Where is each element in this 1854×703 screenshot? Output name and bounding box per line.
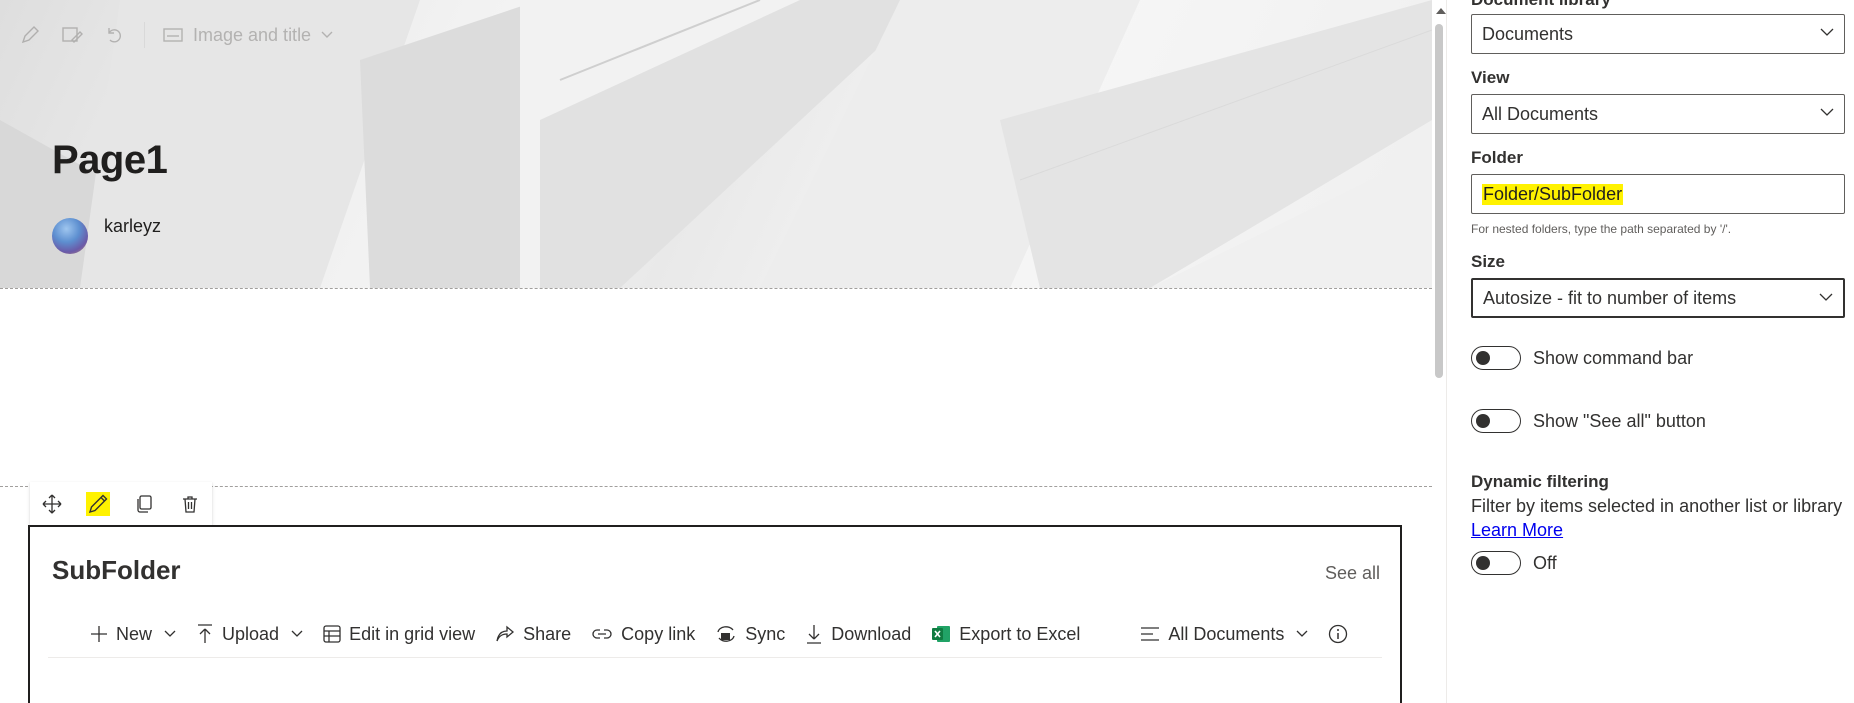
copy-link-label: Copy link [621,623,696,644]
move-icon[interactable] [40,492,64,516]
download-label: Download [831,623,912,644]
duplicate-icon[interactable] [132,492,156,516]
view-dropdown[interactable]: All Documents [1471,94,1845,134]
share-button[interactable]: Share [495,624,571,645]
dynamic-filtering-title: Dynamic filtering [1471,472,1609,491]
edit-in-grid-view-button[interactable]: Edit in grid view [323,624,475,645]
size-field-label: Size [1471,252,1506,271]
title-region-toolbar: Image and title [18,18,333,52]
chevron-down-icon [1820,28,1834,36]
toolbar-separator [144,22,145,48]
chevron-down-icon [291,630,303,637]
scroll-up-arrow-icon[interactable] [1436,8,1446,14]
layout-label: Image and title [193,24,312,45]
document-library-webpart[interactable]: SubFolder See all New Upload Edit in gri… [28,525,1402,703]
dynamic-filtering-state: Off [1533,552,1557,573]
link-icon [592,629,612,639]
page-canvas: Image and title Page1 karleyz SubFolder … [0,0,1432,703]
property-pane: Document library Documents View All Docu… [1446,0,1854,703]
document-library-dropdown[interactable]: Documents [1471,14,1845,54]
view-switcher-button[interactable]: All Documents [1140,624,1308,645]
share-label: Share [523,623,572,644]
upload-label: Upload [222,623,280,644]
export-excel-label: Export to Excel [959,623,1081,644]
view-label: All Documents [1168,623,1285,644]
new-label: New [116,623,153,644]
command-bar-divider [48,657,1382,658]
view-dropdown-value: All Documents [1482,103,1599,124]
section-divider-bottom [0,486,1432,487]
delete-icon[interactable] [178,492,202,516]
upload-arrow-icon [198,624,213,643]
info-icon [1329,624,1348,644]
share-icon [496,625,515,642]
sync-icon [717,626,735,642]
page-title[interactable]: Page1 [52,138,168,183]
document-library-value: Documents [1482,23,1574,44]
webpart-toolbar [30,482,212,526]
avatar [52,218,88,254]
folder-input-value: Folder/SubFolder [1482,183,1624,205]
edit-grid-label: Edit in grid view [349,623,476,644]
export-to-excel-button[interactable]: Export to Excel [931,624,1080,645]
dynamic-filtering-row: Off [1471,551,1557,575]
size-dropdown-value: Autosize - fit to number of items [1483,287,1737,308]
dynamic-filtering-description: Filter by items selected in another list… [1471,496,1843,516]
sync-label: Sync [745,623,786,644]
show-command-bar-label: Show command bar [1533,347,1694,368]
see-all-link[interactable]: See all [1325,563,1380,584]
chevron-down-icon [1820,108,1834,116]
chevron-down-icon [321,31,333,38]
chevron-down-icon [164,630,176,637]
folder-input[interactable]: Folder/SubFolder [1471,174,1845,214]
excel-icon [932,626,951,642]
dynamic-filtering-toggle[interactable] [1471,551,1521,575]
new-button[interactable]: New [90,624,176,645]
folder-help-text: For nested folders, type the path separa… [1471,222,1732,236]
show-command-bar-toggle[interactable] [1471,346,1521,370]
command-bar: New Upload Edit in grid view Share Copy … [90,617,1368,651]
upload-button[interactable]: Upload [196,624,303,645]
download-button[interactable]: Download [805,624,911,645]
edit-webpart-pencil-icon[interactable] [86,492,110,516]
scrollbar-thumb[interactable] [1435,24,1443,378]
show-see-all-label: Show "See all" button [1533,410,1706,431]
view-field-label: View [1471,68,1510,87]
info-button[interactable] [1328,624,1348,644]
view-lines-icon [1141,627,1160,641]
learn-more-link[interactable]: Learn More [1471,520,1563,541]
chevron-down-icon [1819,293,1833,301]
plus-icon [91,626,107,642]
layout-dropdown-button[interactable]: Image and title [163,25,333,46]
show-see-all-row: Show "See all" button [1471,409,1706,433]
title-region[interactable]: Image and title Page1 karleyz [0,0,1432,288]
size-dropdown[interactable]: Autosize - fit to number of items [1471,278,1845,318]
show-command-bar-row: Show command bar [1471,346,1693,370]
edit-image-icon[interactable] [60,23,84,47]
download-icon [807,625,822,644]
reset-undo-icon[interactable] [102,23,126,47]
folder-field-label: Folder [1471,148,1523,167]
webpart-title[interactable]: SubFolder [52,555,181,586]
show-see-all-toggle[interactable] [1471,409,1521,433]
edit-pencil-icon[interactable] [18,23,42,47]
author-name: karleyz [104,216,162,236]
section-divider-top [0,288,1432,289]
copy-link-button[interactable]: Copy link [591,624,695,645]
sync-button[interactable]: Sync [715,624,785,645]
author-byline: karleyz [52,214,161,254]
chevron-down-icon [1296,630,1308,637]
layout-icon [163,28,183,42]
grid-icon [323,625,341,643]
document-library-label: Document library [1471,0,1611,10]
